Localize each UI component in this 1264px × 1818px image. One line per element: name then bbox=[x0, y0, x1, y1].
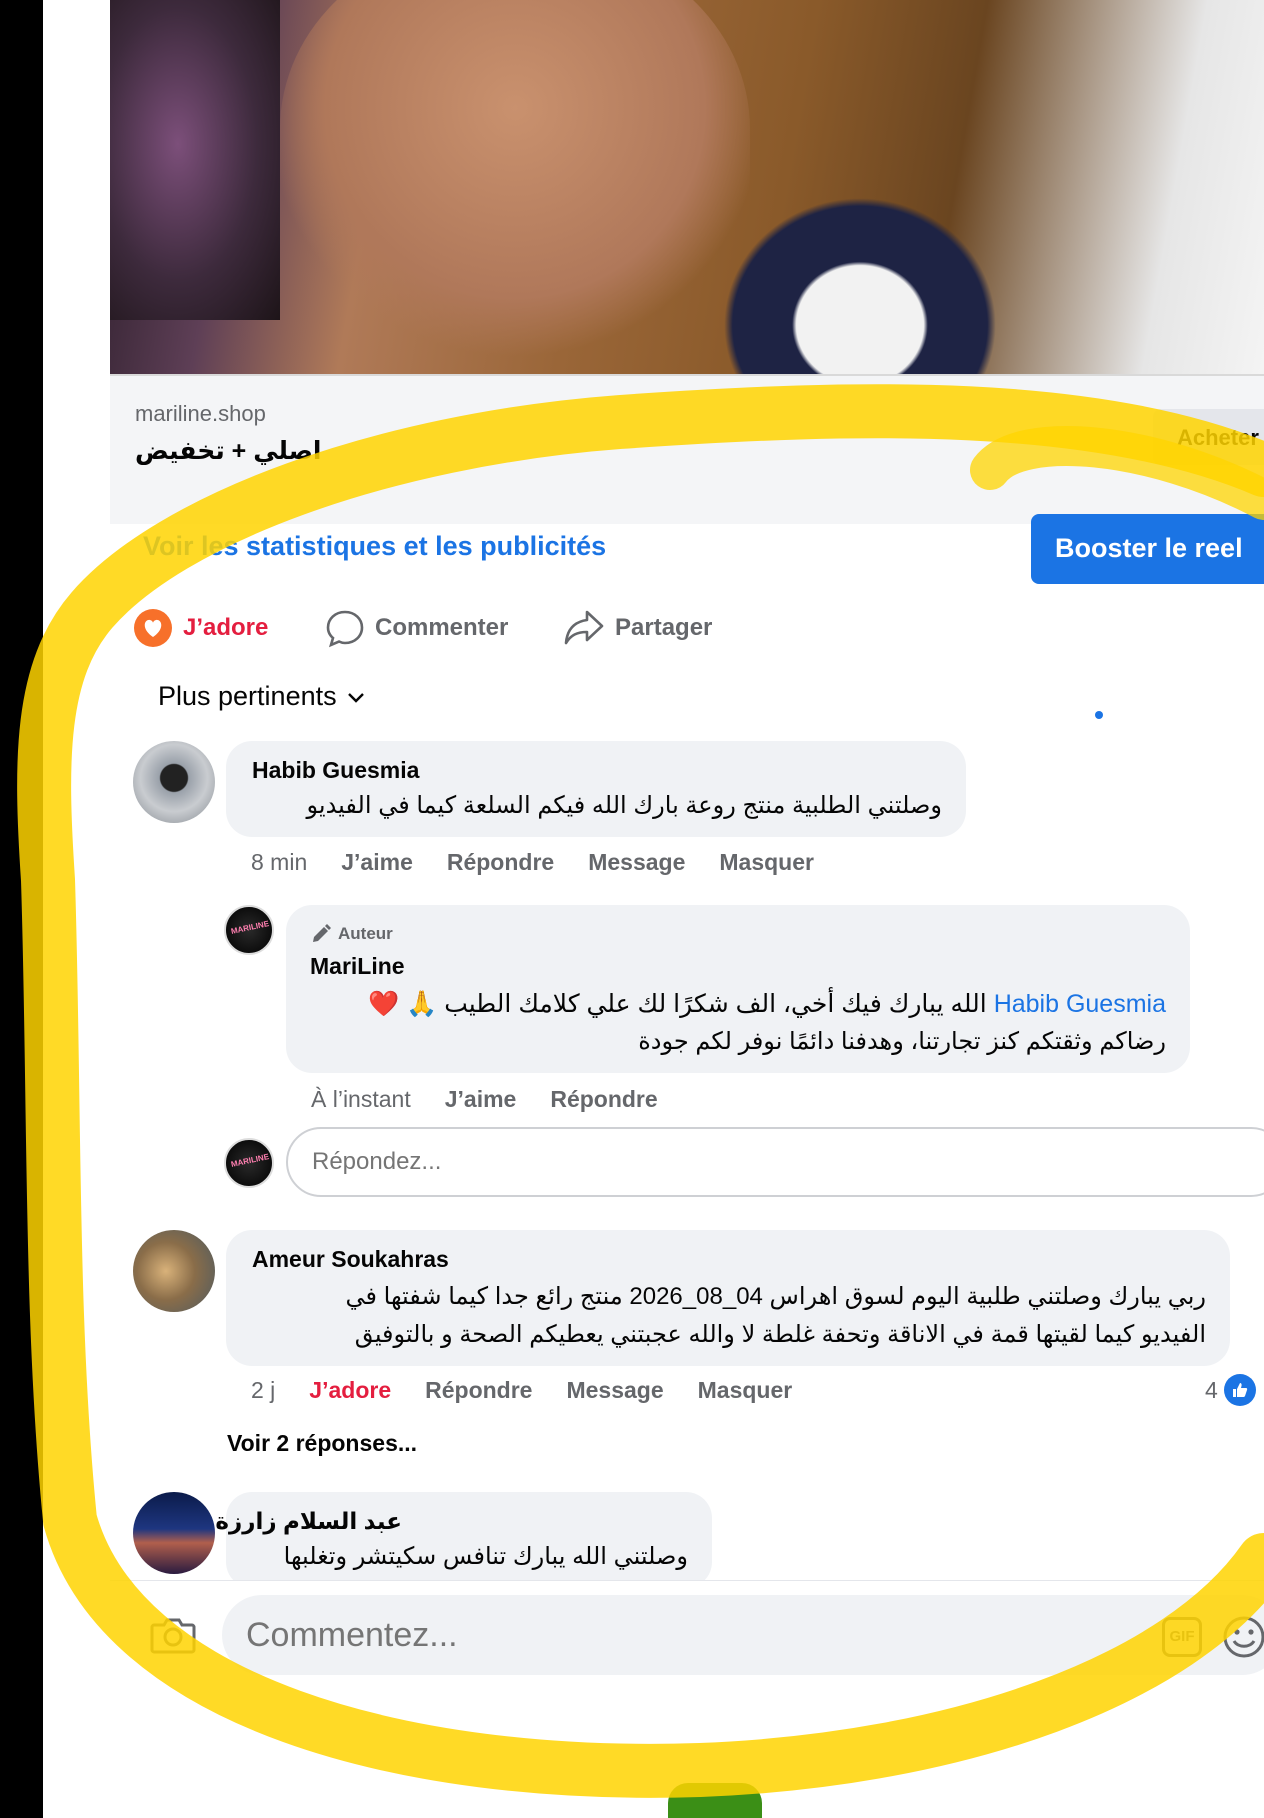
like-button[interactable]: J’aime bbox=[445, 1086, 517, 1113]
commenter-name[interactable]: Habib Guesmia bbox=[252, 757, 419, 784]
avatar[interactable] bbox=[133, 741, 215, 823]
reaction-count[interactable]: 4 bbox=[1205, 1374, 1256, 1406]
thumbs-up-icon bbox=[1223, 1374, 1256, 1406]
author-badge: Auteur bbox=[310, 923, 393, 945]
reply-button[interactable]: Répondre bbox=[550, 1086, 657, 1113]
link-card[interactable]: mariline.shop اصلي + تخفيض Acheter bbox=[110, 374, 1264, 524]
comment-time: 2 j bbox=[251, 1377, 276, 1403]
love-button[interactable]: J’adore bbox=[133, 608, 268, 648]
boost-button[interactable]: Booster le reel bbox=[1031, 514, 1264, 584]
reply-input[interactable] bbox=[312, 1129, 1212, 1195]
buy-button[interactable]: Acheter bbox=[1153, 409, 1264, 465]
reaction-count-value: 4 bbox=[1205, 1376, 1218, 1403]
comment-text: وصلتني الطلبية منتج روعة بارك الله فيكم … bbox=[306, 792, 943, 819]
reply-button[interactable]: Répondre bbox=[425, 1377, 532, 1404]
commenter-name[interactable]: عبد السلام زارزة bbox=[215, 1508, 402, 1535]
avatar: MARILINE bbox=[224, 1138, 274, 1188]
stats-link[interactable]: Voir les statistiques et les publicités bbox=[143, 531, 606, 562]
message-button[interactable]: Message bbox=[588, 849, 685, 876]
avatar[interactable] bbox=[133, 1230, 215, 1312]
comment-composer-bar: GIF bbox=[110, 1580, 1264, 1690]
reply-button[interactable]: Répondre bbox=[447, 849, 554, 876]
share-icon bbox=[564, 610, 604, 645]
camera-button[interactable] bbox=[150, 1615, 196, 1660]
video-arm bbox=[280, 0, 750, 360]
love-label: J’adore bbox=[183, 614, 269, 641]
commenter-name[interactable]: MariLine bbox=[310, 953, 405, 980]
comment-composer[interactable]: GIF bbox=[222, 1595, 1264, 1675]
comment-meta: 8 min J’aime Répondre Message Masquer bbox=[251, 849, 848, 876]
mention-link[interactable]: Habib Guesmia bbox=[994, 990, 1166, 1018]
reply-input-field[interactable] bbox=[286, 1127, 1264, 1197]
comment-text-line: ربي يبارك وصلتني طلبية اليوم لسوق اهراس … bbox=[345, 1283, 1206, 1310]
camera-icon bbox=[150, 1618, 196, 1654]
see-replies-link[interactable]: Voir 2 réponses... bbox=[227, 1430, 417, 1457]
video-shoe bbox=[710, 185, 1010, 374]
avatar[interactable] bbox=[133, 1492, 215, 1574]
comment-input[interactable] bbox=[246, 1595, 1046, 1675]
link-title: اصلي + تخفيض bbox=[135, 437, 322, 465]
comment-bubble: عبد السلام زارزة وصلتني الله يبارك تنافس… bbox=[215, 1492, 712, 1588]
avatar[interactable]: MARILINE bbox=[224, 905, 274, 955]
comment-meta: À l’instant J’aime Répondre bbox=[311, 1086, 692, 1113]
heart-icon bbox=[134, 609, 172, 647]
link-domain: mariline.shop bbox=[135, 401, 266, 426]
floating-action-tab[interactable] bbox=[668, 1783, 762, 1818]
comment-text-line: الفيديو كيما لقيتها قمة في الاناقة وتحفة… bbox=[354, 1321, 1206, 1348]
share-button[interactable]: Partager bbox=[563, 608, 712, 648]
reel-video[interactable] bbox=[110, 0, 1264, 374]
comment-label: Commenter bbox=[375, 614, 509, 641]
left-dark-edge bbox=[0, 0, 43, 1818]
comment-button[interactable]: Commenter bbox=[325, 608, 508, 648]
pencil-icon bbox=[313, 924, 331, 942]
unread-dot bbox=[1095, 711, 1103, 719]
message-button[interactable]: Message bbox=[566, 1377, 663, 1404]
author-badge-label: Auteur bbox=[338, 924, 393, 943]
video-sock bbox=[110, 0, 280, 320]
comment-meta: 2 j J’adore Répondre Message Masquer bbox=[251, 1377, 826, 1404]
gif-icon[interactable]: GIF bbox=[1162, 1617, 1202, 1657]
commenter-name[interactable]: Ameur Soukahras bbox=[252, 1246, 449, 1273]
comment-icon bbox=[326, 610, 364, 648]
sort-label: Plus pertinents bbox=[158, 681, 337, 711]
comment-text: وصلتني الله يبارك تنافس سكيتشر وتغلبها bbox=[283, 1543, 688, 1570]
comment-time: À l’instant bbox=[311, 1086, 411, 1112]
comment-bubble: Auteur MariLine Habib Guesmia الله يبارك… bbox=[286, 905, 1190, 1073]
comment-text-line: الله يبارك فيك أخي، الف شكرًا لك علي كلا… bbox=[368, 990, 987, 1018]
comment-bubble: Habib Guesmia وصلتني الطلبية منتج روعة ب… bbox=[226, 741, 966, 837]
comment-text-line: رضاكم وثقتكم كنز تجارتنا، وهدفنا دائمًا … bbox=[638, 1028, 1166, 1055]
like-button[interactable]: J’aime bbox=[341, 849, 413, 876]
comment-bubble: Ameur Soukahras ربي يبارك وصلتني طلبية ا… bbox=[226, 1230, 1230, 1366]
hide-button[interactable]: Masquer bbox=[719, 849, 814, 876]
chevron-down-icon bbox=[347, 692, 364, 703]
emoji-icon[interactable] bbox=[1222, 1615, 1264, 1664]
comment-time: 8 min bbox=[251, 849, 308, 875]
share-label: Partager bbox=[615, 614, 713, 641]
hide-button[interactable]: Masquer bbox=[698, 1377, 793, 1404]
sort-dropdown[interactable]: Plus pertinents bbox=[158, 681, 367, 712]
love-reaction-button[interactable]: J’adore bbox=[309, 1377, 391, 1404]
comment-text: Habib Guesmia الله يبارك فيك أخي، الف شك… bbox=[368, 989, 1166, 1019]
